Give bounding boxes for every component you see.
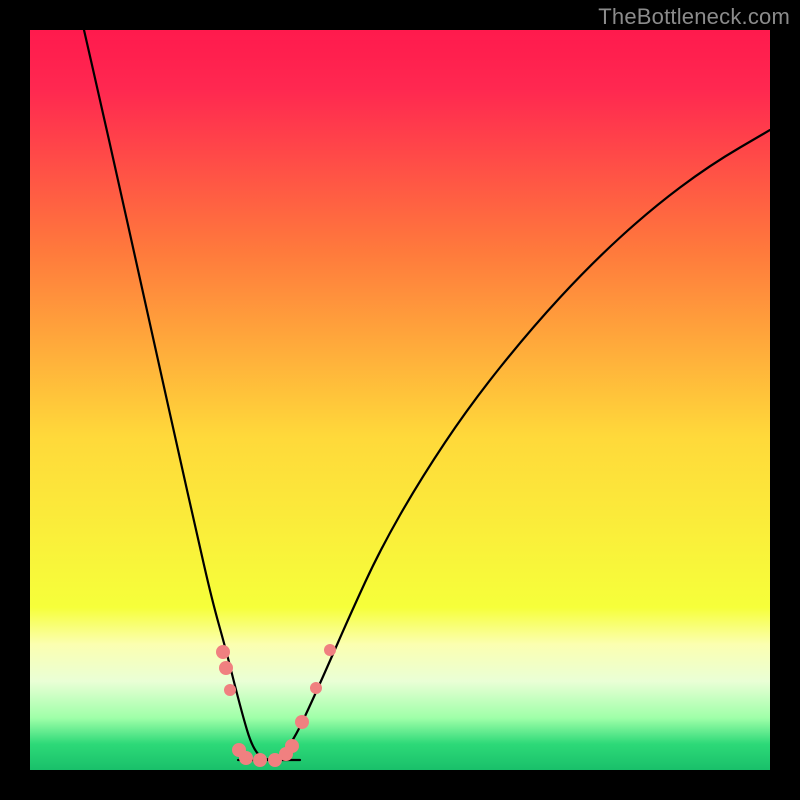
chart-frame: TheBottleneck.com	[0, 0, 800, 800]
marker-1	[219, 661, 233, 675]
watermark-text: TheBottleneck.com	[598, 4, 790, 30]
markers	[216, 644, 336, 767]
plot-area	[30, 30, 770, 770]
marker-11	[324, 644, 336, 656]
series-right-curve	[270, 130, 770, 760]
marker-8	[285, 739, 299, 753]
series-left-curve	[84, 30, 270, 760]
marker-9	[295, 715, 309, 729]
marker-0	[216, 645, 230, 659]
curves	[84, 30, 770, 760]
marker-2	[224, 684, 236, 696]
marker-4	[239, 751, 253, 765]
curve-layer	[30, 30, 770, 770]
marker-5	[253, 753, 267, 767]
marker-10	[310, 682, 322, 694]
